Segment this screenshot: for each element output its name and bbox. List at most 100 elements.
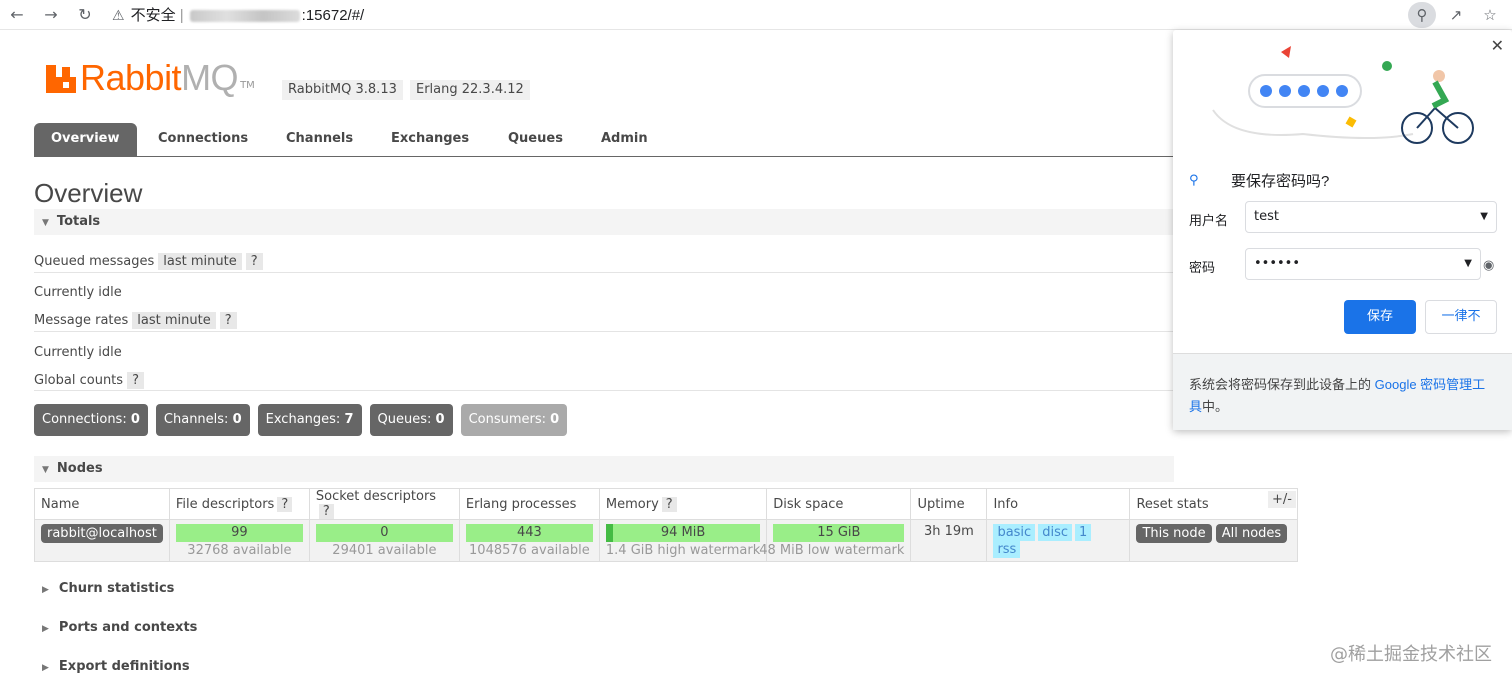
info-tag-count: 1 xyxy=(1075,524,1092,541)
col-memory: Memory? xyxy=(598,488,768,520)
ports-contexts-toggle[interactable]: ▶ Ports and contexts xyxy=(42,620,197,635)
main-tabs: Overview Connections Channels Exchanges … xyxy=(34,123,1174,157)
help-button[interactable]: ? xyxy=(318,504,334,519)
key-icon: ⚲ xyxy=(1189,173,1199,188)
never-save-button[interactable]: 一律不 xyxy=(1425,300,1497,334)
share-icon[interactable]: ↗ xyxy=(1442,2,1470,28)
help-button[interactable]: ? xyxy=(661,496,677,512)
socket-descriptors-available: 29401 available xyxy=(332,543,437,558)
expand-triangle-icon: ▶ xyxy=(42,663,49,673)
logo-mq-text: MQ xyxy=(181,57,239,98)
tab-channels[interactable]: Channels xyxy=(269,123,370,156)
totals-section-toggle[interactable]: ▼ Totals xyxy=(34,209,1174,235)
tab-overview[interactable]: Overview xyxy=(34,123,137,156)
key-icon[interactable]: ⚲ xyxy=(1408,2,1436,28)
password-select[interactable]: •••••• ▼ xyxy=(1245,248,1481,280)
queued-messages-row: Queued messages last minute? xyxy=(34,253,263,270)
erlang-version: Erlang 22.3.4.12 xyxy=(410,80,530,100)
memory-watermark: 1.4 GiB high watermark xyxy=(605,543,761,558)
table-header-row: Name File descriptors? Socket descriptor… xyxy=(34,488,1299,520)
erlang-processes-bar: 443 xyxy=(465,524,593,542)
info-tag-basic: basic xyxy=(993,524,1036,541)
dropdown-arrow-icon: ▼ xyxy=(1464,258,1472,269)
queues-count-button[interactable]: Queues: 0 xyxy=(369,404,453,436)
security-label: 不安全 xyxy=(130,7,176,24)
queued-help-button[interactable]: ? xyxy=(245,253,263,270)
global-counts-row: Global counts? xyxy=(34,372,144,389)
queued-range-select[interactable]: last minute xyxy=(158,253,242,270)
password-illustration xyxy=(1212,46,1474,144)
back-icon[interactable]: ← xyxy=(6,4,28,26)
exchanges-count-button[interactable]: Exchanges: 7 xyxy=(257,404,362,436)
browser-toolbar: ← → ↻ ⚠ 不安全 |:15672/#/ ⚲ ↗ ☆ xyxy=(0,0,1512,30)
global-help-button[interactable]: ? xyxy=(127,372,144,389)
global-counts-label: Global counts xyxy=(34,373,124,388)
export-definitions-toggle[interactable]: ▶ Export definitions xyxy=(42,659,190,674)
col-erlang-processes: Erlang processes xyxy=(458,488,600,520)
tab-admin[interactable]: Admin xyxy=(584,123,665,156)
reload-icon[interactable]: ↻ xyxy=(74,4,96,26)
url-text: :15672/#/ xyxy=(301,7,365,24)
erlang-processes-available: 1048576 available xyxy=(469,543,590,558)
dialog-title: 要保存密码吗? xyxy=(1231,173,1330,190)
help-button[interactable]: ? xyxy=(277,496,293,512)
tab-queues[interactable]: Queues xyxy=(491,123,580,156)
show-password-eye-icon[interactable]: ◉ xyxy=(1483,258,1494,273)
rates-range-select[interactable]: last minute xyxy=(132,312,216,329)
socket-descriptors-bar: 0 xyxy=(315,524,453,542)
col-uptime: Uptime xyxy=(910,488,988,520)
col-info: Info xyxy=(986,488,1131,520)
col-disk-space: Disk space xyxy=(766,488,912,520)
logo-tm: TM xyxy=(240,79,255,91)
divider xyxy=(34,331,1174,332)
username-select[interactable]: test ▼ xyxy=(1245,201,1497,233)
redacted-host xyxy=(189,10,300,23)
node-name-link[interactable]: rabbit@localhost xyxy=(41,524,163,543)
col-file-descriptors: File descriptors? xyxy=(168,488,310,520)
rabbitmq-version: RabbitMQ 3.8.13 xyxy=(282,80,403,100)
totals-heading: Totals xyxy=(56,214,101,229)
rates-status: Currently idle xyxy=(34,345,122,360)
connections-count-button[interactable]: Connections: 0 xyxy=(34,404,148,436)
collapse-triangle-icon: ▼ xyxy=(42,465,49,475)
info-tag-rss: rss xyxy=(993,541,1021,558)
memory-bar: 94 MiB xyxy=(605,524,761,542)
columns-toggle-button[interactable]: +/- xyxy=(1268,491,1296,508)
disk-watermark: 48 MiB low watermark xyxy=(759,543,905,558)
disk-space-bar: 15 GiB xyxy=(773,524,905,542)
rabbitmq-logo: RabbitMQ TM xyxy=(46,57,255,98)
uptime-value: 3h 19m xyxy=(910,519,988,562)
info-tag-disc: disc xyxy=(1038,524,1072,541)
tab-connections[interactable]: Connections xyxy=(141,123,265,156)
queued-messages-label: Queued messages xyxy=(34,254,155,269)
nodes-heading: Nodes xyxy=(56,461,103,476)
reset-this-node-button[interactable]: This node xyxy=(1136,524,1212,543)
logo-rabbit-text: Rabbit xyxy=(80,57,182,98)
queued-status: Currently idle xyxy=(34,285,122,300)
churn-statistics-toggle[interactable]: ▶ Churn statistics xyxy=(42,581,174,596)
table-row: rabbit@localhost 99 32768 available 0 2940… xyxy=(34,519,1299,562)
col-name: Name xyxy=(34,488,170,520)
reset-all-nodes-button[interactable]: All nodes xyxy=(1215,524,1288,543)
save-password-button[interactable]: 保存 xyxy=(1344,300,1416,334)
message-rates-label: Message rates xyxy=(34,313,129,328)
username-label: 用户名 xyxy=(1189,214,1229,229)
forward-icon[interactable]: → xyxy=(40,4,62,26)
col-socket-descriptors: Socket descriptors? xyxy=(308,488,460,520)
rabbitmq-logo-icon xyxy=(46,63,76,93)
address-bar[interactable]: ⚠ 不安全 |:15672/#/ xyxy=(112,3,364,27)
rates-help-button[interactable]: ? xyxy=(219,312,237,329)
star-icon[interactable]: ☆ xyxy=(1476,2,1504,28)
expand-triangle-icon: ▶ xyxy=(42,585,49,595)
divider xyxy=(34,390,1174,391)
consumers-count-button[interactable]: Consumers: 0 xyxy=(460,404,568,436)
file-descriptors-bar: 99 xyxy=(175,524,303,542)
dialog-footer: 系统会将密码保存到此设备上的 Google 密码管理工具中。 xyxy=(1173,353,1512,430)
divider xyxy=(34,272,1174,273)
nodes-section-toggle[interactable]: ▼ Nodes xyxy=(34,456,1174,482)
channels-count-button[interactable]: Channels: 0 xyxy=(155,404,250,436)
tab-exchanges[interactable]: Exchanges xyxy=(374,123,486,156)
expand-triangle-icon: ▶ xyxy=(42,624,49,634)
global-counts: Connections: 0 Channels: 0 Exchanges: 7 … xyxy=(34,404,568,436)
nodes-table: Name File descriptors? Socket descriptor… xyxy=(34,488,1299,562)
